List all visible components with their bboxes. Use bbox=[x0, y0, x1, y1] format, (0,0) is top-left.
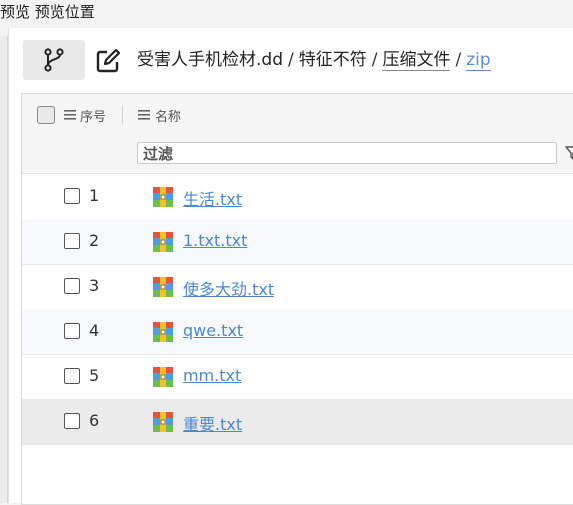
file-name-link[interactable]: qwe.txt bbox=[183, 321, 243, 340]
edit-icon[interactable] bbox=[95, 48, 121, 74]
breadcrumb-separator: / bbox=[288, 50, 294, 70]
column-menu-icon[interactable] bbox=[138, 110, 150, 120]
table-row[interactable]: 1 生活.txt bbox=[22, 174, 573, 220]
left-panel-edge bbox=[0, 36, 8, 503]
row-index: 2 bbox=[89, 231, 100, 250]
breadcrumb-item-archives[interactable]: 压缩文件 bbox=[382, 50, 451, 71]
file-name-link[interactable]: 生活.txt bbox=[183, 186, 242, 210]
row-checkbox[interactable] bbox=[64, 278, 80, 294]
row-index: 5 bbox=[89, 366, 100, 385]
branch-button[interactable] bbox=[23, 40, 85, 80]
row-index: 3 bbox=[89, 276, 100, 295]
table-row[interactable]: 5 mm.txt bbox=[22, 354, 573, 400]
preview-panel: 受害人手机检材.dd / 特征不符 / 压缩文件 / zip 序号 名称 过滤 1 生活.tx… bbox=[8, 28, 573, 505]
breadcrumb-separator: / bbox=[455, 50, 462, 70]
row-checkbox[interactable] bbox=[64, 323, 80, 339]
filter-input[interactable]: 过滤 bbox=[137, 142, 557, 164]
column-header-name[interactable]: 名称 bbox=[155, 106, 181, 125]
column-menu-icon[interactable] bbox=[64, 110, 76, 120]
breadcrumb-item-image[interactable]: 受害人手机检材.dd bbox=[137, 50, 283, 70]
breadcrumb-item-mismatch[interactable]: 特征不符 bbox=[299, 50, 367, 70]
column-divider bbox=[122, 105, 123, 124]
breadcrumb-separator: / bbox=[371, 50, 378, 70]
row-checkbox[interactable] bbox=[64, 233, 80, 249]
archive-file-icon bbox=[153, 232, 173, 252]
breadcrumb-current[interactable]: zip bbox=[466, 50, 491, 71]
archive-file-icon bbox=[153, 277, 173, 297]
row-index: 4 bbox=[89, 321, 100, 340]
table-header: 序号 名称 bbox=[22, 94, 573, 136]
table-row[interactable]: 4 qwe.txt bbox=[22, 309, 573, 355]
filter-row: 过滤 bbox=[22, 135, 573, 174]
row-checkbox[interactable] bbox=[64, 368, 80, 384]
filter-funnel-icon[interactable] bbox=[565, 146, 573, 160]
file-name-link[interactable]: mm.txt bbox=[183, 366, 241, 385]
row-index: 6 bbox=[89, 411, 100, 430]
column-header-index[interactable]: 序号 bbox=[80, 106, 106, 125]
file-name-link[interactable]: 重要.txt bbox=[183, 411, 242, 435]
breadcrumb: 受害人手机检材.dd / 特征不符 / 压缩文件 / zip bbox=[137, 47, 491, 73]
table-row[interactable]: 6 重要.txt bbox=[22, 399, 573, 445]
table-row[interactable]: 3 使多大劲.txt bbox=[22, 264, 573, 310]
file-name-link[interactable]: 1.txt.txt bbox=[183, 231, 247, 250]
path-bar: 受害人手机检材.dd / 特征不符 / 压缩文件 / zip bbox=[9, 38, 573, 82]
archive-file-icon bbox=[153, 367, 173, 387]
row-checkbox[interactable] bbox=[64, 413, 80, 429]
git-branch-icon bbox=[44, 48, 64, 72]
file-name-link[interactable]: 使多大劲.txt bbox=[183, 276, 274, 300]
archive-file-icon bbox=[153, 322, 173, 342]
table-row[interactable]: 2 1.txt.txt bbox=[22, 219, 573, 265]
select-all-checkbox[interactable] bbox=[37, 106, 55, 124]
archive-file-icon bbox=[153, 412, 173, 432]
window-title: 预览 预览位置 bbox=[0, 3, 95, 21]
archive-file-icon bbox=[153, 187, 173, 207]
row-checkbox[interactable] bbox=[64, 188, 80, 204]
row-index: 1 bbox=[89, 186, 100, 205]
file-table: 序号 名称 过滤 1 生活.txt 2 1.txt.txt 3 使多大劲.txt 4 qwe.… bbox=[21, 93, 573, 505]
